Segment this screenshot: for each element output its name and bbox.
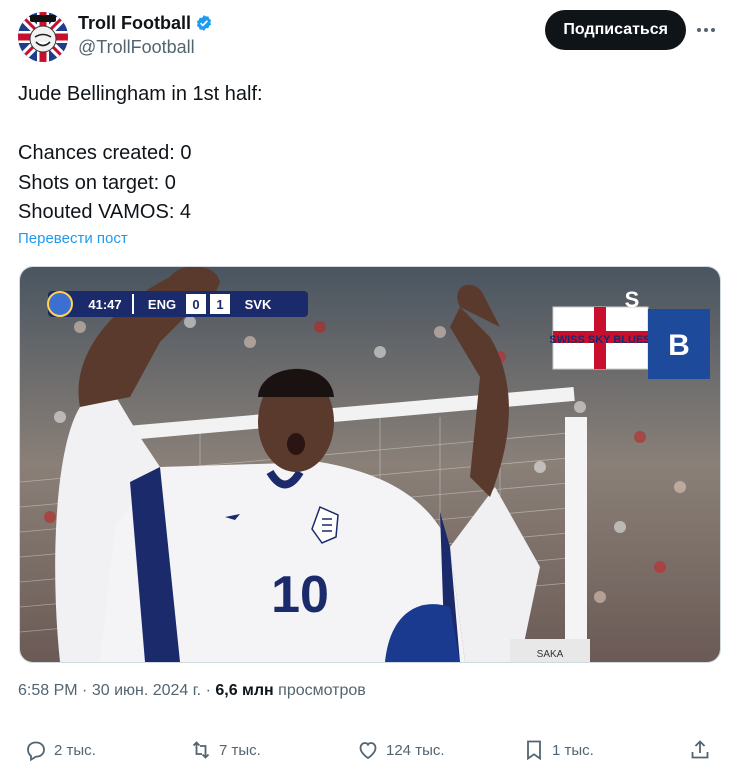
action-bar: 2 тыс. 7 тыс. 124 тыс. 1 тыс. [0, 738, 730, 772]
share-icon [691, 740, 709, 759]
heart-icon [359, 742, 377, 760]
views-label: просмотров [278, 682, 366, 699]
tweet-header: Troll Football @TrollFootball Подписатьс… [18, 10, 718, 62]
tweet-meta: 6:58 PM · 30 июн. 2024 г. · 6,6 млн прос… [18, 682, 366, 700]
tweet-media-photo[interactable]: SWISS SKY BLUES B S LIVE 10 SAKA 41:47 E… [19, 266, 721, 663]
svg-text:SVK: SVK [245, 297, 272, 312]
svg-text:0: 0 [192, 297, 199, 312]
repost-button[interactable]: 7 тыс. [189, 738, 261, 762]
verified-badge-icon[interactable] [195, 14, 213, 32]
meta-separator: · [205, 682, 211, 699]
broadcaster-logo: S [625, 287, 640, 312]
share-button[interactable] [688, 738, 712, 762]
reply-icon [27, 741, 45, 762]
like-count: 124 тыс. [386, 741, 445, 759]
bookmark-button[interactable]: 1 тыс. [522, 738, 594, 762]
translate-post-link[interactable]: Перевести пост [18, 230, 128, 247]
scoreboard: 41:47 ENG 0 1 SVK [47, 291, 308, 317]
author-display-name[interactable]: Troll Football [78, 12, 191, 34]
repost-count: 7 тыс. [219, 741, 261, 759]
more-options-icon[interactable] [694, 18, 718, 42]
like-button[interactable]: 124 тыс. [356, 738, 445, 762]
post-time[interactable]: 6:58 PM [18, 682, 78, 699]
tweet-line: Shots on target: 0 [18, 171, 176, 194]
tweet-line: Jude Bellingham in 1st half: [18, 83, 263, 105]
tweet-text: Jude Bellingham in 1st half: Chances cre… [18, 80, 708, 228]
svg-text:LIVE: LIVE [624, 314, 640, 321]
bookmark-icon [527, 740, 541, 761]
author-handle[interactable]: @TrollFootball [78, 35, 213, 59]
svg-text:ENG: ENG [148, 297, 176, 312]
post-date[interactable]: 30 июн. 2024 г. [92, 682, 201, 699]
bookmark-count: 1 тыс. [552, 741, 594, 759]
avatar[interactable] [18, 12, 68, 62]
views-count: 6,6 млн [215, 682, 274, 699]
meta-separator: · [82, 682, 88, 699]
author-block: Troll Football @TrollFootball [78, 12, 213, 59]
svg-text:1: 1 [216, 297, 223, 312]
match-clock: 41:47 [88, 297, 121, 312]
reply-count: 2 тыс. [54, 741, 96, 759]
follow-button[interactable]: Подписаться [545, 10, 686, 50]
football-photo: SWISS SKY BLUES B S LIVE 10 SAKA 41:47 E… [20, 267, 720, 662]
repost-icon [192, 741, 210, 759]
tweet-line: Shouted VAMOS: 4 [18, 201, 192, 223]
svg-text:B: B [668, 329, 690, 362]
tweet-line: Chances created: 0 [18, 142, 192, 164]
svg-text:SWISS SKY BLUES: SWISS SKY BLUES [549, 334, 650, 346]
author-name[interactable]: Troll Football [78, 12, 213, 34]
svg-text:SAKA: SAKA [537, 649, 564, 660]
reply-button[interactable]: 2 тыс. [24, 738, 96, 762]
shirt-number: 10 [271, 566, 329, 624]
union-jack-avatar-icon [18, 12, 68, 62]
